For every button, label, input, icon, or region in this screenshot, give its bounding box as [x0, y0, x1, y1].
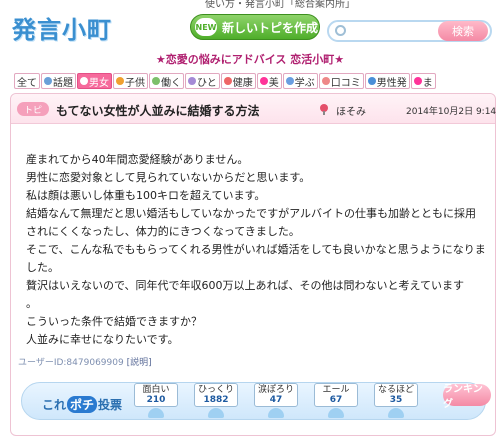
topic-panel: トピ もてない女性が人並みに結婚する方法 ほそみ 2014年10月2日 9:14…: [10, 93, 496, 436]
category-icon: [285, 77, 294, 85]
vote-count: 35: [389, 395, 403, 405]
category-icon: [44, 77, 52, 85]
vote-count: 210: [146, 395, 166, 405]
body-line: 男性に恋愛対象として見られていないからだと思います。: [26, 171, 311, 184]
category-tab[interactable]: 働く: [149, 73, 184, 89]
user-id-text: ユーザーID:8479069909: [18, 358, 124, 368]
tagline-link[interactable]: ★恋愛の悩みにアドバイス 恋活小町★: [0, 51, 500, 67]
new-topic-label: 新しいトピを作成: [222, 20, 319, 35]
body-line: 私は顔は悪いし体重も100キロを超えています。: [26, 189, 266, 202]
vote-count: 1882: [203, 395, 229, 405]
top-strip: 使い方・発言小町「総合案内所」: [0, 0, 500, 10]
body-line: されにくくなったし、体力的にきつくなってきました。: [26, 225, 300, 238]
category-tab[interactable]: 男女: [77, 73, 112, 89]
vote-box: エール 67: [314, 383, 358, 407]
vote-label: これ ポチ 投票: [42, 396, 123, 413]
new-topic-button[interactable]: NEW 新しいトピを作成: [190, 14, 320, 40]
vote-label-text: エール: [322, 385, 350, 395]
vote-label-text: なるほど: [377, 385, 414, 395]
topic-title-bar: トピ もてない女性が人並みに結婚する方法 ほそみ 2014年10月2日 9:14: [11, 94, 497, 124]
category-bar: 全て 話題 男女 子供 働く ひと 健康 美 学ぶ 口コミ 男性発 ま: [14, 73, 494, 89]
category-tab[interactable]: 学ぶ: [282, 73, 318, 89]
author-icon: [320, 104, 328, 115]
user-id: ユーザーID:8479069909 [説明]: [18, 355, 152, 368]
category-label: 美: [268, 77, 279, 89]
category-tab[interactable]: 男性発: [364, 73, 410, 89]
category-tab[interactable]: 美: [256, 73, 282, 89]
category-label: 男性発: [376, 77, 407, 89]
category-label: ひと: [197, 77, 217, 89]
category-icon: [259, 77, 268, 85]
post-date: 2014年10月2日 9:14: [406, 107, 497, 117]
vote-label-text: 面白い: [142, 385, 170, 395]
category-icon: [80, 77, 88, 85]
jellyfish-icon: [208, 408, 224, 418]
body-line: 産まれてから40年間恋愛経験がありません。: [26, 153, 249, 166]
new-badge: NEW: [195, 18, 217, 36]
category-label: 全て: [17, 77, 37, 89]
category-label: 健康: [232, 77, 253, 89]
vote-button[interactable]: エール 67: [314, 383, 364, 418]
category-icon: [413, 77, 422, 85]
category-icon: [116, 77, 124, 85]
body-line: そこで、こんな私でももらってくれる男性がいれば婚活をしても良いかなと思うようにな…: [26, 243, 486, 256]
jellyfish-icon: [328, 408, 344, 418]
vote-label-text: ひっくり: [197, 385, 234, 395]
category-icon: [223, 77, 232, 85]
ranking-button[interactable]: ランキング: [443, 384, 491, 410]
search-input[interactable]: [351, 24, 441, 39]
user-id-help-link[interactable]: [説明]: [127, 358, 152, 368]
category-icon: [321, 77, 330, 85]
category-tab[interactable]: ひと: [185, 73, 220, 89]
vote-button[interactable]: 面白い 210: [134, 383, 184, 418]
header: 発言小町 NEW 新しいトピを作成 検索: [0, 8, 500, 48]
jellyfish-icon: [388, 408, 404, 418]
vote-button[interactable]: 涙ぽろり 47: [254, 383, 304, 418]
body-line: こういった条件で結婚できますか？: [26, 315, 202, 328]
author-name[interactable]: ほそみ: [336, 103, 366, 118]
category-icon: [152, 77, 160, 85]
category-label: 口コミ: [330, 77, 361, 89]
category-tab[interactable]: 話題: [41, 73, 76, 89]
body-line: した。: [26, 261, 59, 274]
category-label: 男女: [89, 77, 109, 89]
category-tab[interactable]: ま: [410, 73, 436, 89]
vote-count: 67: [329, 395, 343, 405]
topic-title: もてない女性が人並みに結婚する方法: [56, 104, 260, 118]
body-line: 贅沢はいえないので、同年代で年収600万以上あれば、その他は問わないと考えていま…: [26, 279, 465, 292]
vote-button[interactable]: ひっくり 1882: [194, 383, 244, 418]
vote-button[interactable]: なるほど 35: [374, 383, 424, 418]
category-tab[interactable]: 健康: [220, 73, 256, 89]
category-tab[interactable]: 子供: [113, 73, 148, 89]
category-icon: [188, 77, 196, 85]
category-tab[interactable]: 全て: [14, 73, 40, 89]
topic-body: 産まれてから40年間恋愛経験がありません。男性に恋愛対象として見られていないから…: [26, 151, 486, 349]
vote-count: 47: [269, 395, 283, 405]
category-label: 働く: [161, 77, 181, 89]
vote-box: ひっくり 1882: [194, 383, 238, 407]
search-icon: [335, 25, 346, 36]
vote-label-text: 涙ぽろり: [257, 385, 294, 395]
vote-box: なるほど 35: [374, 383, 418, 407]
category-label: 子供: [125, 77, 145, 89]
vote-box: 涙ぽろり 47: [254, 383, 298, 407]
site-logo[interactable]: 発言小町: [12, 10, 112, 45]
vote-bar: これ ポチ 投票 面白い 210 ひっくり 1882 涙ぽろり 47 エール 67 なるほど 35: [21, 382, 486, 420]
jellyfish-icon: [268, 408, 284, 418]
category-tab[interactable]: 口コミ: [318, 73, 364, 89]
category-label: ま: [422, 77, 433, 89]
jellyfish-icon: [148, 408, 164, 418]
body-line: 結婚なんて無理だと思い婚活もしていなかったですがアルバイトの仕事も加齢とともに採…: [26, 207, 477, 220]
topic-tag: トピ: [17, 102, 49, 116]
category-icon: [367, 77, 376, 85]
body-line: 。: [26, 297, 37, 310]
category-label: 話題: [53, 77, 73, 89]
category-label: 学ぶ: [294, 77, 315, 89]
body-line: 人並みに幸せになりたいです。: [26, 333, 179, 346]
search-button[interactable]: 検索: [438, 21, 488, 41]
vote-box: 面白い 210: [134, 383, 178, 407]
